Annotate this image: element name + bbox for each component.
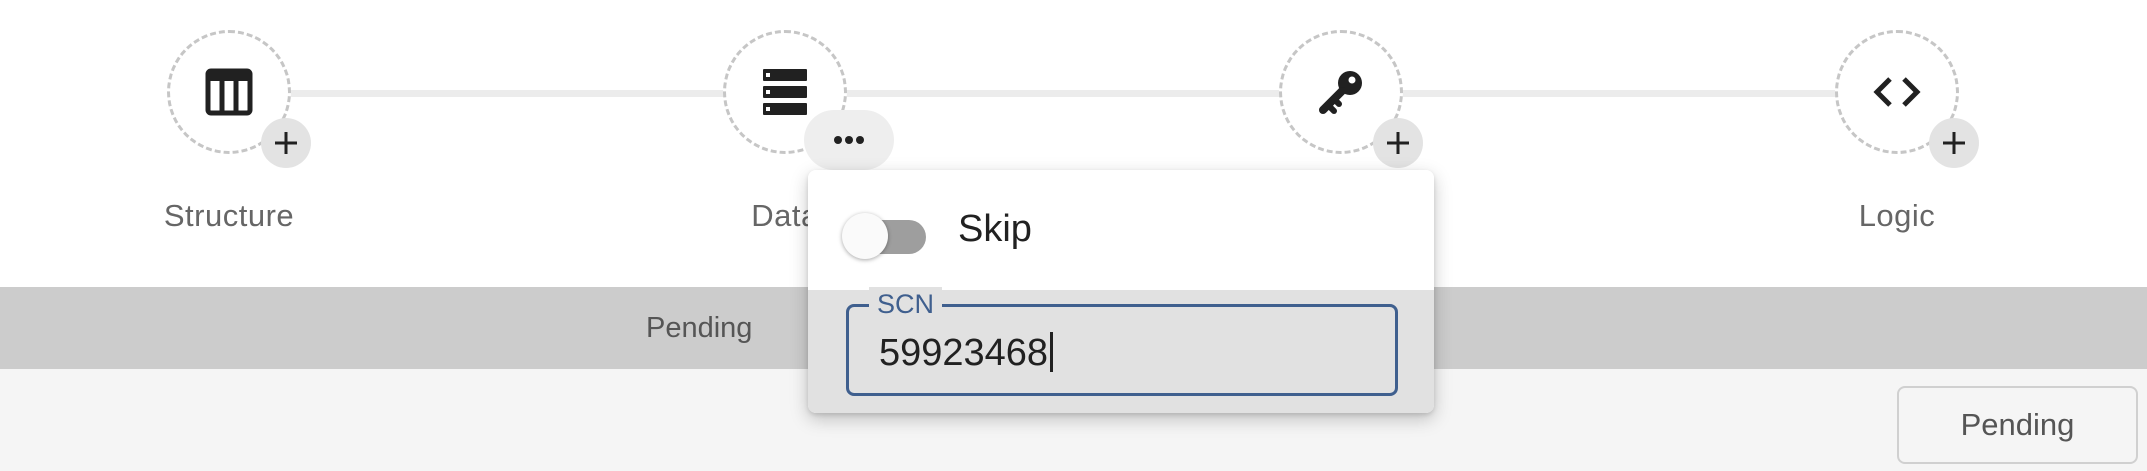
skip-toggle[interactable]	[842, 212, 932, 260]
add-step-button[interactable]	[261, 118, 311, 168]
step-structure[interactable]	[167, 30, 311, 168]
scn-value: 59923468	[879, 332, 1049, 374]
pending-button[interactable]: Pending	[1897, 386, 2138, 464]
scn-input[interactable]: 59923468	[879, 331, 1054, 375]
step-connector	[1402, 90, 1840, 97]
more-icon	[845, 136, 853, 144]
scn-row: SCN 59923468	[808, 287, 1434, 413]
add-step-button[interactable]	[1929, 118, 1979, 168]
step-options-popover: Skip SCN 59923468	[808, 170, 1434, 413]
step-connector	[846, 90, 1284, 97]
step-logic[interactable]	[1835, 30, 1979, 168]
step-connector	[290, 90, 728, 97]
skip-row: Skip	[808, 170, 1434, 290]
more-options-button[interactable]	[804, 110, 894, 170]
toggle-thumb	[842, 213, 888, 259]
plus-icon	[1387, 132, 1409, 154]
scn-field[interactable]: SCN 59923468	[846, 287, 1398, 396]
text-caret	[1050, 332, 1054, 372]
plus-icon	[275, 132, 297, 154]
skip-label: Skip	[958, 208, 1032, 250]
step-label: Logic	[1858, 198, 1936, 233]
step-key[interactable]	[1279, 30, 1423, 168]
table-icon	[204, 67, 254, 117]
more-icon	[834, 136, 842, 144]
scn-label: SCN	[869, 287, 943, 321]
key-icon	[1316, 67, 1366, 117]
status-text: Pending	[646, 312, 753, 344]
more-icon	[856, 136, 864, 144]
plus-icon	[1943, 132, 1965, 154]
rows-icon	[760, 67, 810, 117]
step-label: Structure	[163, 198, 295, 233]
code-icon	[1872, 67, 1922, 117]
add-step-button[interactable]	[1373, 118, 1423, 168]
